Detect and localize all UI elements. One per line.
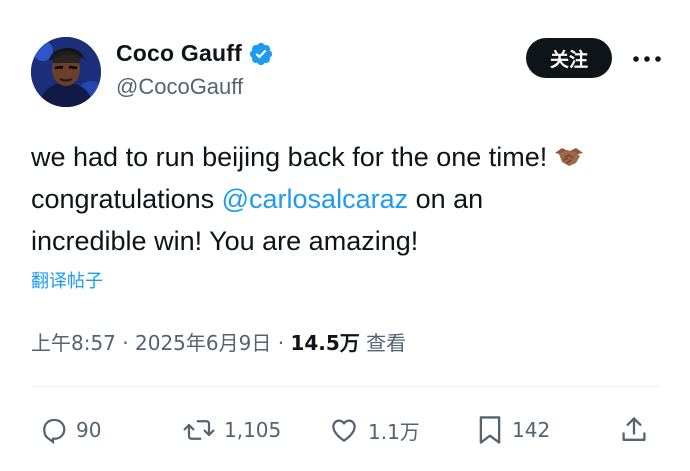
- like-count: 1.1万: [368, 419, 420, 444]
- mention-link[interactable]: @carlosalcaraz: [222, 184, 408, 214]
- verified-badge-icon: [249, 42, 273, 65]
- tweet-line-2-suffix: on an: [408, 184, 484, 214]
- more-icon[interactable]: [630, 48, 664, 70]
- reply-count: 90: [76, 418, 102, 442]
- tweet-line-2: congratulations @carlosalcaraz on an: [31, 178, 661, 220]
- tweet-time[interactable]: 上午8:57: [31, 331, 116, 355]
- reply-button[interactable]: 90: [38, 413, 101, 447]
- tweet-line-2-prefix: congratulations: [31, 184, 222, 214]
- author-name-row[interactable]: Coco Gauff: [116, 40, 274, 67]
- share-icon: [622, 417, 646, 441]
- bookmark-button[interactable]: 142: [476, 413, 550, 447]
- reply-icon: [43, 418, 66, 445]
- handshake-emoji: [555, 148, 584, 166]
- author-handle[interactable]: @CocoGauff: [116, 74, 243, 100]
- tweet-meta: 上午8:57 · 2025年6月9日 · 14.5万 查看: [31, 327, 406, 356]
- heart-icon: [332, 419, 356, 442]
- share-button[interactable]: [620, 413, 648, 447]
- avatar[interactable]: [31, 37, 101, 107]
- divider: [31, 386, 661, 387]
- tweet-date[interactable]: 2025年6月9日: [135, 331, 271, 355]
- meta-separator: ·: [115, 331, 135, 355]
- views-count: 14.5万: [290, 331, 360, 355]
- tweet-line-3: incredible win! You are amazing!: [31, 226, 419, 256]
- repost-button[interactable]: 1,105: [182, 413, 281, 447]
- repost-count: 1,105: [224, 418, 282, 442]
- translate-post-link[interactable]: 翻译帖子: [31, 267, 103, 293]
- repost-icon: [183, 420, 215, 440]
- author-display-name[interactable]: Coco Gauff: [116, 40, 242, 67]
- tweet-line-1: we had to run beijing back for the one t…: [31, 136, 661, 178]
- like-button[interactable]: 1.1万: [328, 413, 420, 447]
- follow-button[interactable]: 关注: [526, 38, 612, 78]
- tweet-detail: Coco Gauff @CocoGauff 关注 we had to run b…: [0, 0, 690, 471]
- bookmark-icon: [479, 416, 501, 444]
- meta-separator-2: ·: [271, 331, 291, 355]
- views-label: 查看: [359, 331, 407, 355]
- bookmark-count: 142: [512, 418, 551, 442]
- tweet-text: we had to run beijing back for the one t…: [31, 136, 661, 262]
- tweet-line-1-text: we had to run beijing back for the one t…: [31, 142, 548, 172]
